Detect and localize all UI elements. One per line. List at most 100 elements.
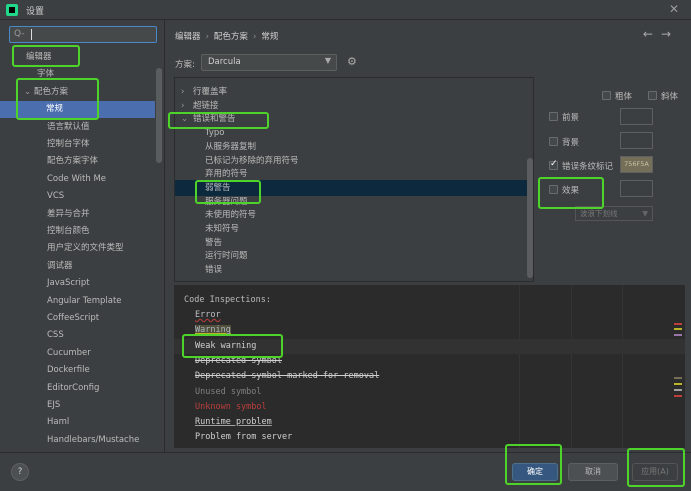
preview-line: Problem from server: [195, 430, 292, 445]
breadcrumb-separator: ›: [205, 32, 209, 42]
effects-color-swatch[interactable]: [620, 180, 653, 197]
forward-arrow-icon[interactable]: →: [661, 27, 679, 41]
sidebar-item-label: 语言默认值: [47, 121, 90, 132]
warning-mark: [674, 328, 682, 330]
stripe-checkbox[interactable]: [549, 159, 558, 170]
attribute-tree-label: 已标记为移除的弃用符号: [205, 155, 299, 166]
preview-line: Weak warning: [195, 339, 256, 354]
sidebar-item[interactable]: ⌄ 配色方案: [24, 84, 68, 101]
background-color-swatch[interactable]: [620, 132, 653, 149]
sidebar-item[interactable]: 语言默认值: [47, 119, 90, 136]
preview-text: Unknown symbol: [195, 401, 267, 412]
sidebar-item-label: 控制台颜色: [47, 226, 90, 236]
sidebar-item[interactable]: CoffeeScript: [47, 310, 99, 327]
error-mark: [674, 323, 682, 325]
sidebar-item[interactable]: 控制台字体: [47, 136, 90, 153]
preview-line: Deprecated symbol: [195, 354, 282, 369]
sidebar-item[interactable]: 调试器: [47, 258, 73, 275]
back-arrow-icon[interactable]: ←: [643, 27, 661, 41]
sidebar-item[interactable]: 控制台颜色: [47, 223, 90, 240]
warning-mark: [674, 383, 682, 385]
cancel-button[interactable]: 取消: [568, 463, 618, 481]
sidebar-item[interactable]: 常规: [0, 101, 155, 119]
sidebar-item-label: JavaScript: [47, 278, 90, 289]
help-button[interactable]: ?: [11, 463, 29, 481]
gear-icon[interactable]: ⚙: [347, 55, 357, 68]
sidebar-item[interactable]: EJS: [47, 397, 60, 414]
bold-checkbox[interactable]: [602, 91, 611, 100]
close-icon[interactable]: ✕: [669, 2, 679, 16]
scheme-label: 方案:: [175, 60, 195, 70]
code-preview[interactable]: Code Inspections: Error Warning Weak warni…: [174, 285, 685, 448]
background-checkbox[interactable]: [549, 137, 558, 146]
sidebar-item[interactable]: Handlebars/Mustache: [47, 432, 139, 449]
preview-guide-line: [622, 285, 623, 448]
sidebar-item[interactable]: 用户定义的文件类型: [47, 240, 124, 257]
attribute-tree-label: 服务器问题: [205, 196, 248, 207]
preview-header: Code Inspections:: [184, 295, 271, 305]
search-icon: Q-: [14, 29, 25, 39]
preview-line: Deprecated symbol marked for removal: [195, 369, 379, 384]
effects-checkbox[interactable]: [549, 185, 558, 194]
foreground-color-swatch[interactable]: [620, 108, 653, 125]
attribute-properties: 粗体 斜体 前景 背景 错误条纹标记 756F5A 效果 波浪下划线 ▼: [544, 86, 684, 266]
sidebar-item[interactable]: JavaScript: [47, 275, 90, 292]
sidebar-item[interactable]: 配色方案字体: [47, 153, 98, 170]
sidebar-scrollbar[interactable]: [156, 68, 162, 163]
attribute-tree-item[interactable]: 错误: [205, 262, 222, 278]
effect-type-dropdown[interactable]: 波浪下划线 ▼: [575, 206, 653, 221]
settings-search-input[interactable]: Q-: [9, 26, 157, 43]
preview-text: Unused symbol: [195, 386, 262, 397]
bold-label: 粗体: [615, 92, 633, 102]
attribute-tree-scrollbar[interactable]: [527, 158, 533, 278]
error-mark: [674, 395, 682, 397]
info-mark: [674, 334, 682, 336]
window-title: 设置: [26, 7, 45, 17]
sidebar-item-label: EditorConfig: [47, 382, 100, 393]
sidebar-item[interactable]: 编辑器: [26, 49, 52, 66]
main-panel: 编辑器 › 配色方案 › 常规 ←→ 方案: Darcula ▼ ⚙ › 行覆盖率 › 超链接…: [166, 20, 691, 452]
attribute-tree-label: 错误和警告: [193, 114, 236, 125]
breadcrumb-item[interactable]: 编辑器: [175, 32, 201, 42]
preview-text: Warning: [195, 325, 231, 336]
attribute-tree-label: 警告: [205, 237, 223, 248]
ok-button[interactable]: 确定: [512, 463, 558, 481]
sidebar-item-label: Haml: [47, 417, 70, 428]
sidebar-item[interactable]: 差异与合并: [47, 206, 90, 223]
chevron-down-icon[interactable]: ⌄: [24, 84, 34, 101]
preview-text: Weak warning: [195, 340, 257, 351]
stripe-color-swatch[interactable]: 756F5A: [620, 156, 653, 173]
apply-button[interactable]: 应用(A): [632, 463, 678, 481]
sidebar-item-label: VCS: [47, 191, 65, 202]
sidebar-item[interactable]: Dockerfile: [47, 362, 90, 379]
foreground-checkbox[interactable]: [549, 112, 558, 121]
sidebar-item[interactable]: EditorConfig: [47, 380, 99, 397]
chevron-down-icon: ▼: [642, 209, 648, 218]
runtime-mark: [674, 389, 682, 391]
sidebar-item-label: Code With Me: [47, 173, 107, 184]
italic-checkbox[interactable]: [648, 91, 657, 100]
sidebar-item[interactable]: Cucumber: [47, 345, 91, 362]
sidebar-item-label: 调试器: [47, 260, 73, 271]
sidebar-item[interactable]: 字体: [37, 66, 54, 83]
sidebar-item[interactable]: Code With Me: [47, 171, 106, 188]
attribute-tree-label: Typo: [205, 128, 225, 139]
preview-line: Error: [195, 308, 221, 323]
nav-arrows: ←→: [643, 27, 679, 41]
sidebar-item-label: Dockerfile: [47, 365, 90, 376]
scheme-dropdown[interactable]: Darcula ▼: [201, 54, 337, 71]
sidebar-item[interactable]: Angular Template: [47, 293, 122, 310]
sidebar-item-label: 配色方案: [34, 86, 69, 97]
sidebar-item[interactable]: CSS: [47, 327, 64, 344]
attribute-tree-label: 未知符号: [205, 224, 240, 234]
chevron-down-icon[interactable]: ⌄: [181, 111, 193, 127]
breadcrumb-item[interactable]: 配色方案: [214, 32, 248, 42]
attribute-tree-label: 弃用的符号: [205, 169, 248, 180]
sidebar-item[interactable]: VCS: [47, 188, 64, 205]
breadcrumb-separator: ›: [252, 32, 257, 42]
attribute-tree-label: 从服务器复制: [205, 141, 257, 152]
sidebar-item-label: 编辑器: [26, 52, 52, 62]
sidebar-item[interactable]: Haml: [47, 414, 69, 431]
attribute-tree: › 行覆盖率 › 超链接 ⌄ 错误和警告 Typo 从服务器复制 已标记为移除的弃用符号 弃用的符…: [174, 77, 534, 282]
effect-type-value: 波浪下划线: [580, 209, 618, 218]
